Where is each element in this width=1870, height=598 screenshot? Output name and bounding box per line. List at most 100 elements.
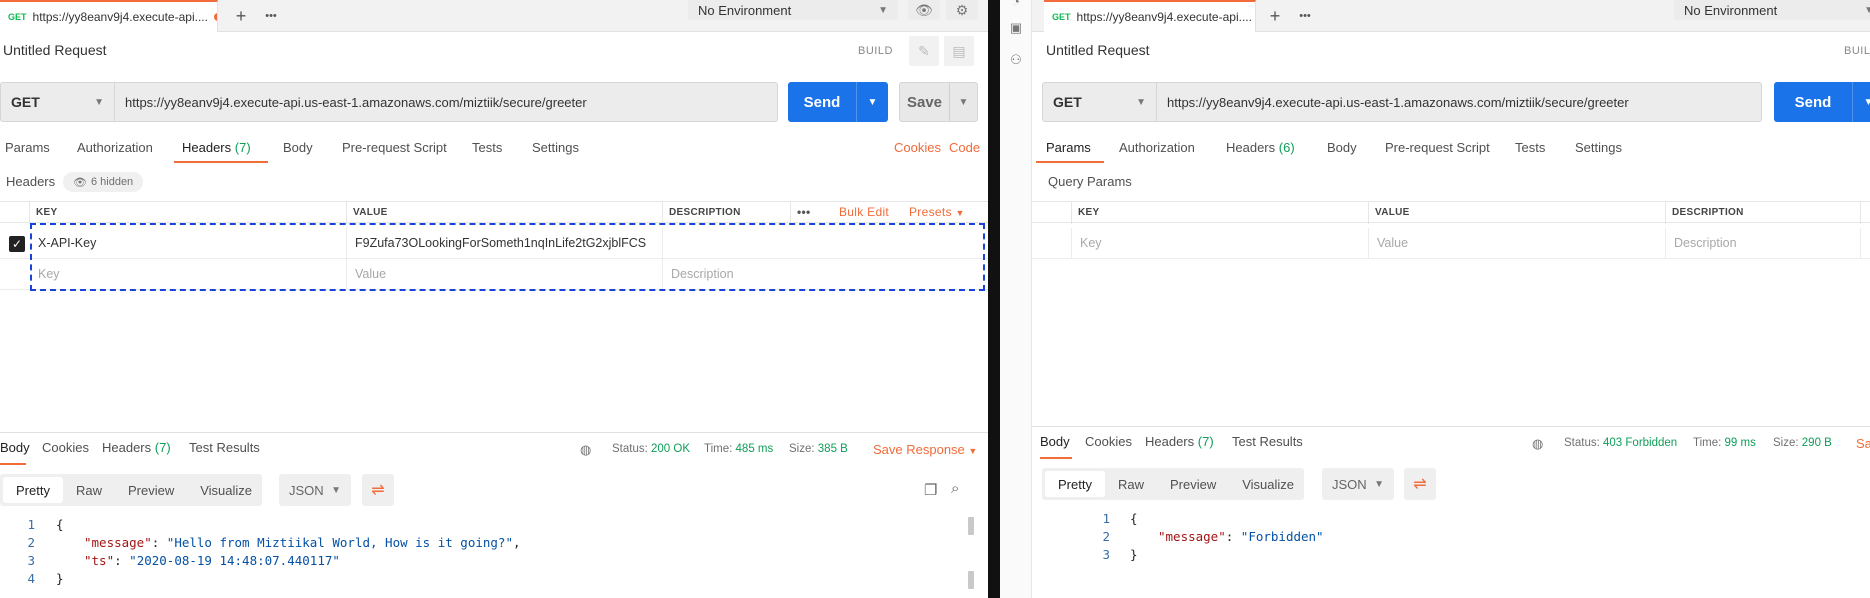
more-tabs-button[interactable]: ••• bbox=[258, 2, 284, 30]
response-tab-bar: Body Cookies Headers (7) Test Results ◍ … bbox=[1032, 426, 1870, 460]
checkbox-column bbox=[1032, 202, 1072, 224]
tab-body[interactable]: Body bbox=[1327, 133, 1357, 163]
view-preview-button[interactable]: Preview bbox=[115, 477, 187, 503]
request-title[interactable]: Untitled Request bbox=[1046, 42, 1150, 58]
comments-button[interactable]: ▤ bbox=[944, 36, 974, 66]
apis-icon[interactable]: ⚇ bbox=[1008, 52, 1024, 68]
tab-authorization[interactable]: Authorization bbox=[77, 133, 153, 163]
tab-tests[interactable]: Tests bbox=[472, 133, 502, 163]
response-tab-test-results[interactable]: Test Results bbox=[189, 433, 260, 465]
view-raw-button[interactable]: Raw bbox=[63, 477, 115, 503]
response-tab-cookies[interactable]: Cookies bbox=[42, 433, 89, 465]
scrollbar-thumb[interactable] bbox=[968, 571, 974, 589]
response-view-modes: Pretty Raw Preview Visualize bbox=[0, 474, 262, 506]
send-options-button[interactable]: ▼ bbox=[856, 82, 888, 122]
hidden-count: 6 hidden bbox=[90, 176, 134, 188]
status-label: Status: bbox=[612, 443, 648, 455]
tab-headers[interactable]: Headers (6) bbox=[1226, 133, 1295, 163]
json-value: "Hello from Miztiikal World, How is it g… bbox=[166, 535, 513, 550]
json-line: "message": "Hello from Miztiikal World, … bbox=[84, 535, 521, 550]
method-select[interactable]: GET ▼ bbox=[0, 82, 115, 122]
save-button[interactable]: Save ▼ bbox=[899, 82, 978, 122]
environment-select[interactable]: No Environment ▼ bbox=[1674, 0, 1870, 20]
settings-button[interactable]: ⚙ bbox=[946, 0, 978, 20]
request-tab[interactable]: GET https://yy8eanv9j4.execute-api.... bbox=[0, 0, 218, 32]
presets-select[interactable]: Presets ▼ bbox=[903, 202, 983, 224]
status-text: Status: 200 OK bbox=[612, 443, 690, 455]
tab-pre-request-script[interactable]: Pre-request Script bbox=[1385, 133, 1490, 163]
environment-select[interactable]: No Environment ▼ bbox=[688, 0, 898, 20]
save-response-button[interactable]: Sa bbox=[1856, 436, 1870, 451]
params-table-header: KEY VALUE DESCRIPTION bbox=[1032, 201, 1870, 224]
send-label: Send bbox=[1794, 93, 1832, 111]
format-select[interactable]: JSON ▼ bbox=[1322, 468, 1394, 500]
view-pretty-button[interactable]: Pretty bbox=[3, 477, 63, 503]
hidden-headers-badge[interactable]: 👁 6 hidden bbox=[63, 172, 144, 192]
tab-headers-count: (7) bbox=[234, 140, 251, 155]
response-tab-headers[interactable]: Headers (7) bbox=[1145, 427, 1214, 459]
save-response-button[interactable]: Save Response ▼ bbox=[873, 442, 977, 457]
send-button[interactable]: Send ▼ bbox=[1774, 82, 1870, 122]
tab-headers[interactable]: Headers (7) bbox=[174, 133, 268, 163]
copy-button[interactable]: ❐ bbox=[924, 481, 937, 499]
more-tabs-button[interactable]: ••• bbox=[1292, 2, 1318, 30]
headers-table-header: KEY VALUE DESCRIPTION ••• Bulk Edit Pres… bbox=[0, 201, 988, 224]
history-icon[interactable]: ◔ bbox=[1008, 0, 1024, 10]
response-tab-body[interactable]: Body bbox=[1040, 427, 1072, 459]
request-tab[interactable]: GET https://yy8eanv9j4.execute-api.... bbox=[1044, 0, 1256, 32]
tab-params[interactable]: Params bbox=[1036, 133, 1104, 163]
collections-icon[interactable]: ▣ bbox=[1008, 20, 1024, 36]
line-number: 1 bbox=[1102, 511, 1110, 526]
key-placeholder[interactable]: Key bbox=[1072, 228, 1369, 259]
response-tab-test-results[interactable]: Test Results bbox=[1232, 427, 1303, 459]
response-tab-body[interactable]: Body bbox=[0, 433, 30, 465]
url-input[interactable]: https://yy8eanv9j4.execute-api.us-east-1… bbox=[1157, 82, 1762, 122]
view-preview-button[interactable]: Preview bbox=[1157, 471, 1229, 497]
tab-params[interactable]: Params bbox=[5, 133, 50, 163]
search-button[interactable]: ⌕ bbox=[951, 480, 959, 497]
globe-icon[interactable]: ◍ bbox=[580, 442, 591, 458]
url-input[interactable]: https://yy8eanv9j4.execute-api.us-east-1… bbox=[115, 82, 778, 122]
wrap-lines-button[interactable]: ⇌ bbox=[1404, 468, 1436, 500]
new-tab-button[interactable]: + bbox=[1262, 2, 1288, 30]
save-options-button[interactable]: ▼ bbox=[949, 83, 977, 121]
tab-settings[interactable]: Settings bbox=[1575, 133, 1622, 163]
response-tab-cookies[interactable]: Cookies bbox=[1085, 427, 1132, 459]
code-link[interactable]: Code bbox=[949, 133, 980, 163]
description-placeholder[interactable]: Description bbox=[1666, 228, 1861, 259]
response-tab-headers[interactable]: Headers (7) bbox=[102, 433, 171, 465]
request-title[interactable]: Untitled Request bbox=[3, 42, 107, 58]
scrollbar-thumb[interactable] bbox=[968, 517, 974, 535]
eye-icon: 👁 bbox=[915, 1, 933, 18]
send-options-button[interactable]: ▼ bbox=[1852, 82, 1870, 122]
value-placeholder[interactable]: Value bbox=[1369, 228, 1666, 259]
view-pretty-button[interactable]: Pretty bbox=[1045, 471, 1105, 497]
left-postman-window: GET https://yy8eanv9j4.execute-api.... +… bbox=[0, 0, 988, 598]
tab-body[interactable]: Body bbox=[283, 133, 313, 163]
format-select[interactable]: JSON ▼ bbox=[279, 474, 351, 506]
view-visualize-button[interactable]: Visualize bbox=[187, 477, 265, 503]
view-raw-button[interactable]: Raw bbox=[1105, 471, 1157, 497]
tab-pre-request-script[interactable]: Pre-request Script bbox=[342, 133, 447, 163]
tab-tests[interactable]: Tests bbox=[1515, 133, 1545, 163]
view-visualize-button[interactable]: Visualize bbox=[1229, 471, 1307, 497]
highlight-annotation-box bbox=[30, 223, 985, 291]
edit-button[interactable]: ✎ bbox=[909, 36, 939, 66]
new-tab-button[interactable]: + bbox=[228, 2, 254, 30]
tab-authorization[interactable]: Authorization bbox=[1119, 133, 1195, 163]
globe-icon[interactable]: ◍ bbox=[1532, 436, 1543, 452]
bulk-edit-link[interactable]: Bulk Edit bbox=[833, 202, 893, 224]
environment-value: No Environment bbox=[698, 2, 792, 18]
send-button[interactable]: Send ▼ bbox=[788, 82, 888, 122]
chevron-down-icon: ▼ bbox=[968, 446, 978, 456]
method-select[interactable]: GET ▼ bbox=[1042, 82, 1157, 122]
response-body: 1 2 3 { "message": "Forbidden" } bbox=[1032, 509, 1870, 579]
eye-button[interactable]: 👁 bbox=[908, 0, 940, 20]
wrap-lines-button[interactable]: ⇌ bbox=[362, 474, 394, 506]
cookies-link[interactable]: Cookies bbox=[894, 133, 941, 163]
section-label: Query Params bbox=[1048, 174, 1132, 189]
response-tab-headers-count: (7) bbox=[1197, 434, 1214, 449]
tab-settings[interactable]: Settings bbox=[532, 133, 579, 163]
row-checkbox[interactable]: ✓ bbox=[9, 236, 25, 252]
more-options-button[interactable]: ••• bbox=[791, 202, 831, 224]
